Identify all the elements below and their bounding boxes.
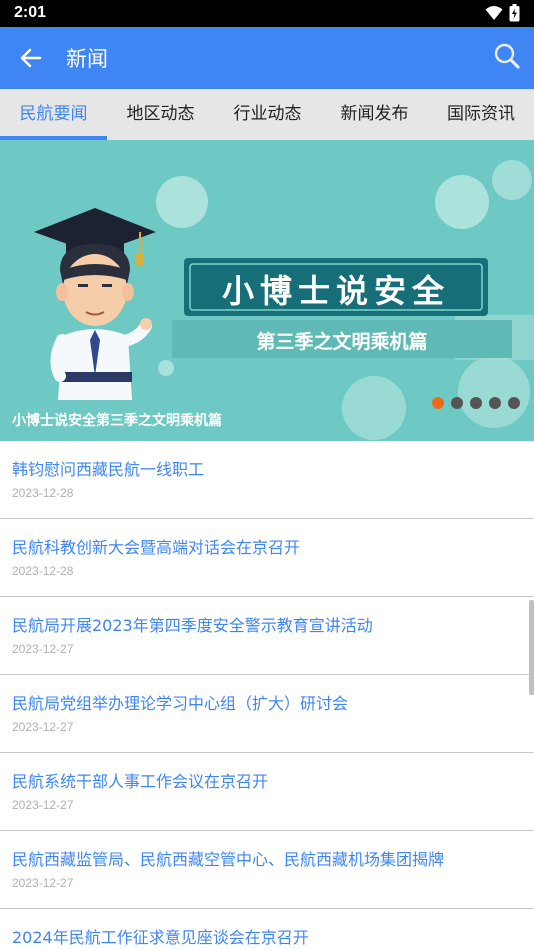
tab-label: 新闻发布 <box>340 104 409 124</box>
carousel-dot[interactable] <box>451 397 463 409</box>
news-date: 2023-12-27 <box>12 720 74 734</box>
carousel-dot[interactable] <box>470 397 482 409</box>
search-icon[interactable] <box>492 41 522 71</box>
carousel-dot[interactable] <box>489 397 501 409</box>
news-title: 民航西藏监管局、民航西藏空管中心、民航西藏机场集团揭牌 <box>12 850 445 869</box>
tab-xinwen-fabu[interactable]: 新闻发布 <box>321 89 428 140</box>
news-title: 民航局开展2023年第四季度安全警示教育宣讲活动 <box>12 616 373 635</box>
news-list-item[interactable]: 民航系统干部人事工作会议在京召开 2023-12-27 <box>0 753 534 831</box>
news-list-item[interactable]: 民航局开展2023年第四季度安全警示教育宣讲活动 2023-12-27 <box>0 597 534 675</box>
news-list: 韩钧慰问西藏民航一线职工 2023-12-28 民航科教创新大会暨高端对话会在京… <box>0 441 534 950</box>
news-title: 民航科教创新大会暨高端对话会在京召开 <box>12 538 301 557</box>
tab-label: 民航要闻 <box>19 104 88 124</box>
news-date: 2023-12-27 <box>12 642 74 656</box>
tab-diqu-dongtai[interactable]: 地区动态 <box>107 89 214 140</box>
banner-carousel[interactable]: 小博士说安全 第三季之文明乘机篇 小博士说安全第三季之文明乘机篇 <box>0 140 534 441</box>
news-list-item[interactable]: 民航局党组举办理论学习中心组（扩大）研讨会 2023-12-27 <box>0 675 534 753</box>
news-title: 2024年民航工作征求意见座谈会在京召开 <box>12 928 309 947</box>
news-list-item[interactable]: 韩钧慰问西藏民航一线职工 2023-12-28 <box>0 441 534 519</box>
tab-hangye-dongtai[interactable]: 行业动态 <box>214 89 321 140</box>
news-title: 民航局党组举办理论学习中心组（扩大）研讨会 <box>12 694 349 713</box>
news-date: 2023-12-28 <box>12 486 74 500</box>
banner-headline: 小博士说安全 <box>221 272 450 310</box>
carousel-indicator <box>432 397 520 409</box>
news-date: 2023-12-28 <box>12 564 74 578</box>
status-icons <box>485 4 520 22</box>
carousel-dot[interactable] <box>432 397 444 409</box>
banner-subheadline: 第三季之文明乘机篇 <box>256 331 428 353</box>
tab-label: 行业动态 <box>233 104 302 124</box>
news-list-item[interactable]: 民航西藏监管局、民航西藏空管中心、民航西藏机场集团揭牌 2023-12-27 <box>0 831 534 909</box>
news-title: 民航系统干部人事工作会议在京召开 <box>12 772 269 791</box>
carousel-dot[interactable] <box>508 397 520 409</box>
status-time: 2:01 <box>14 4 47 21</box>
back-arrow-icon[interactable] <box>16 43 46 73</box>
wifi-icon <box>485 6 503 20</box>
battery-icon <box>509 4 520 22</box>
banner-caption: 小博士说安全第三季之文明乘机篇 <box>12 413 222 429</box>
page-title: 新闻 <box>66 47 108 71</box>
news-list-item[interactable]: 民航科教创新大会暨高端对话会在京召开 2023-12-28 <box>0 519 534 597</box>
news-date: 2023-12-27 <box>12 876 74 890</box>
tab-bar: 民航要闻 地区动态 行业动态 新闻发布 国际资讯 <box>0 89 534 140</box>
tab-label: 国际资讯 <box>447 104 515 124</box>
tab-guoji-zixun[interactable]: 国际资讯 <box>428 89 534 140</box>
scrollbar[interactable] <box>529 600 534 695</box>
status-bar: 2:01 <box>0 0 534 27</box>
news-title: 韩钧慰问西藏民航一线职工 <box>12 460 205 479</box>
app-bar: 新闻 <box>0 27 534 89</box>
tab-label: 地区动态 <box>126 104 195 124</box>
news-list-item[interactable]: 2024年民航工作征求意见座谈会在京召开 <box>0 909 534 950</box>
tab-minhang-yaowen[interactable]: 民航要闻 <box>0 89 107 140</box>
news-date: 2023-12-27 <box>12 798 74 812</box>
